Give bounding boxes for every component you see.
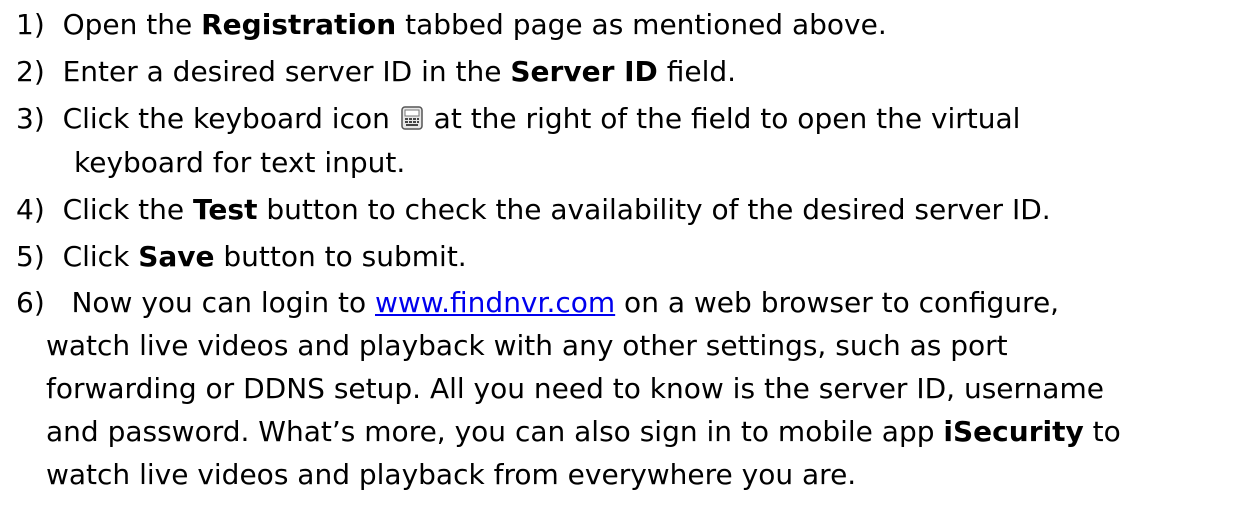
findnvr-link[interactable]: www.findnvr.com	[375, 286, 615, 319]
step-text: Click the keyboard icon	[62, 102, 399, 135]
step-number: 4)	[16, 193, 45, 226]
step-text: button to check the availability of the …	[257, 193, 1051, 226]
step-number: 1)	[16, 8, 45, 41]
step-3-continuation: keyboard for text input.	[74, 146, 406, 179]
bold-term-test: Test	[193, 193, 258, 226]
step-5: 5) Click Save button to submit.	[16, 236, 467, 278]
keyboard-icon	[401, 100, 423, 130]
step-6-line-3: forwarding or DDNS setup. All you need t…	[46, 372, 1104, 405]
step-2: 2) Enter a desired server ID in the Serv…	[16, 51, 736, 93]
bold-term-server-id: Server ID	[510, 55, 658, 88]
step-6-line-4: and password. What’s more, you can also …	[46, 411, 1121, 453]
step-text: to	[1083, 415, 1121, 448]
step-6-line-5: watch live videos and playback from ever…	[46, 458, 857, 491]
step-text: Enter a desired server ID in the	[62, 55, 511, 88]
step-1: 1) Open the Registration tabbed page as …	[16, 4, 887, 46]
step-text: and password. What’s more, you can also …	[46, 415, 944, 448]
step-text: Click the	[62, 193, 194, 226]
step-text: button to submit.	[214, 240, 467, 273]
step-text: at the right of the field to open the vi…	[424, 102, 1021, 135]
step-6-line-2: watch live videos and playback with any …	[46, 329, 1008, 362]
step-3: 3) Click the keyboard icon at the right …	[16, 98, 1020, 140]
bold-term-registration: Registration	[201, 8, 397, 41]
step-text: tabbed page as mentioned above.	[396, 8, 887, 41]
bold-term-isecurity: iSecurity	[943, 415, 1084, 448]
step-text: on a web browser to configure,	[615, 286, 1060, 319]
step-number: 5)	[16, 240, 45, 273]
step-text: field.	[657, 55, 737, 88]
step-4: 4) Click the Test button to check the av…	[16, 189, 1051, 231]
step-text: Click	[62, 240, 139, 273]
step-number: 6)	[16, 286, 45, 319]
step-6: 6) Now you can login to www.findnvr.com …	[16, 282, 1059, 324]
bold-term-save: Save	[138, 240, 215, 273]
step-text: Now you can login to	[71, 286, 375, 319]
step-number: 2)	[16, 55, 45, 88]
step-text: Open the	[62, 8, 202, 41]
step-number: 3)	[16, 102, 45, 135]
